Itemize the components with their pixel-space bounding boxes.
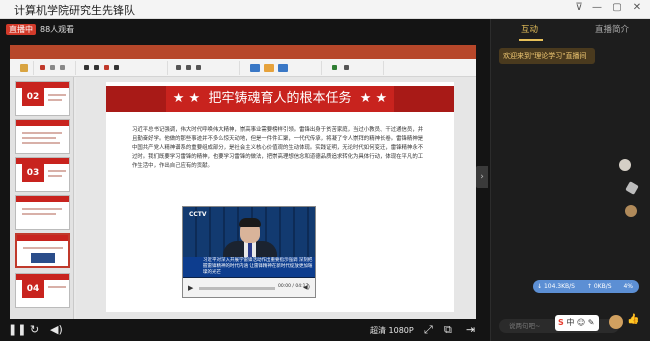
gift-icon[interactable] [609, 315, 623, 329]
shared-screen: 02 03 04 ★ ★ 把牢铸魂育人的根本任务 ★ ★ 习近平总书记强调，伟大… [10, 45, 476, 321]
ppt-title-bar [10, 45, 476, 53]
floating-cookie-icon [625, 205, 637, 217]
app-window: 计算机学院研究生先锋队 ⊽ — ▢ ✕ 直播中 88人观看 02 03 04 ★… [0, 0, 650, 341]
channel-logo: CCTV [189, 211, 207, 218]
download-speed: ↓ 104.3KB/S [537, 283, 575, 290]
slide-thumbnail[interactable]: 03 [15, 157, 70, 192]
fullscreen-icon[interactable]: ⤢ [424, 323, 433, 337]
refresh-icon[interactable]: ↻ [30, 323, 39, 337]
title-bar: 计算机学院研究生先锋队 ⊽ — ▢ ✕ [0, 0, 650, 19]
quality-selector[interactable]: 超清 1080P [370, 325, 414, 336]
ppt-ribbon [10, 59, 476, 77]
window-title: 计算机学院研究生先锋队 [14, 4, 135, 17]
maximize-icon[interactable]: ▢ [610, 2, 624, 13]
welcome-message: 欢迎来到"理论学习"直播间 [499, 48, 595, 64]
tab-live-intro[interactable]: 直播简介 [595, 23, 629, 35]
video-play-icon[interactable]: ▶ [188, 284, 193, 292]
close-icon[interactable]: ✕ [630, 2, 644, 13]
slide-paragraph: 习近平总书记强调，伟大时代呼唤伟大精神，崇高事业需要榜样引领。雷锋出身于贫苦家庭… [132, 127, 424, 169]
slide-thumbnails: 02 03 04 [10, 77, 74, 321]
slide-thumbnail-selected[interactable] [15, 233, 70, 268]
video-volume-icon[interactable]: ◀) [303, 284, 310, 291]
pause-icon[interactable]: ❚❚ [8, 323, 26, 337]
current-slide: ★ ★ 把牢铸魂育人的根本任务 ★ ★ 习近平总书记强调，伟大时代呼唤伟大精神，… [106, 82, 454, 312]
live-stage: 直播中 88人观看 02 03 04 ★ ★ 把牢铸魂育人的根本任务 ★ ★ 习… [0, 19, 490, 321]
slide-canvas: ★ ★ 把牢铸魂育人的根本任务 ★ ★ 习近平总书记强调，伟大时代呼唤伟大精神，… [76, 77, 476, 321]
player-controls: ❚❚ ↻ ◀) 超清 1080P ⤢ ⧉ ⇥ [0, 319, 490, 341]
network-speed-badge: ↓ 104.3KB/S ↑ 0KB/S 4% [533, 280, 639, 293]
slide-title: ★ ★ 把牢铸魂育人的根本任务 ★ ★ [172, 91, 388, 106]
speed-percent: 4% [623, 283, 633, 290]
interaction-panel: 互动 直播简介 欢迎来到"理论学习"直播间 ↓ 104.3KB/S ↑ 0KB/… [490, 19, 650, 341]
hide-panel-icon[interactable]: ⇥ [466, 323, 475, 337]
slide-header: ★ ★ 把牢铸魂育人的根本任务 ★ ★ [106, 86, 454, 112]
live-info: 直播中 88人观看 [6, 22, 74, 36]
upload-speed: ↑ 0KB/S [586, 283, 612, 290]
minimize-icon[interactable]: — [590, 2, 604, 13]
live-status-badge: 直播中 [6, 23, 36, 35]
ime-toolbar: S 中 ☺ ✎ [555, 315, 599, 331]
ppt-body: 02 03 04 ★ ★ 把牢铸魂育人的根本任务 ★ ★ 习近平总书记强调，伟大… [10, 77, 476, 321]
active-tab-indicator [519, 39, 543, 41]
slide-thumbnail[interactable] [15, 195, 70, 230]
viewer-count: 88人观看 [40, 24, 75, 34]
tab-interaction[interactable]: 互动 [521, 23, 538, 35]
video-controls: ▶ 00:00 / 04:17 ◀) [183, 278, 315, 297]
pin-icon[interactable]: ⊽ [572, 2, 586, 13]
slide-thumbnail[interactable]: 02 [15, 81, 70, 116]
floating-heart-icon [619, 159, 631, 171]
news-caption: 习近平对深入开展学雷锋活动作出重要指示强调 深刻把握雷锋精神的时代内涵 让雷锋精… [203, 258, 313, 275]
volume-icon[interactable]: ◀) [50, 323, 63, 337]
like-icon[interactable]: 👍 [627, 314, 641, 330]
slide-thumbnail[interactable] [15, 119, 70, 154]
panel-tabs: 互动 直播简介 [491, 19, 650, 41]
slide-thumbnail[interactable]: 04 [15, 273, 70, 308]
floating-pen-icon [625, 181, 639, 195]
expand-panel-arrow[interactable]: › [476, 166, 488, 188]
video-progress[interactable] [199, 287, 275, 290]
embedded-video[interactable]: CCTV 习近平对深入开展学雷锋活动作出重要指示强调 深刻把握雷锋精神的时代内涵… [182, 206, 316, 298]
picture-in-picture-icon[interactable]: ⧉ [444, 323, 452, 337]
